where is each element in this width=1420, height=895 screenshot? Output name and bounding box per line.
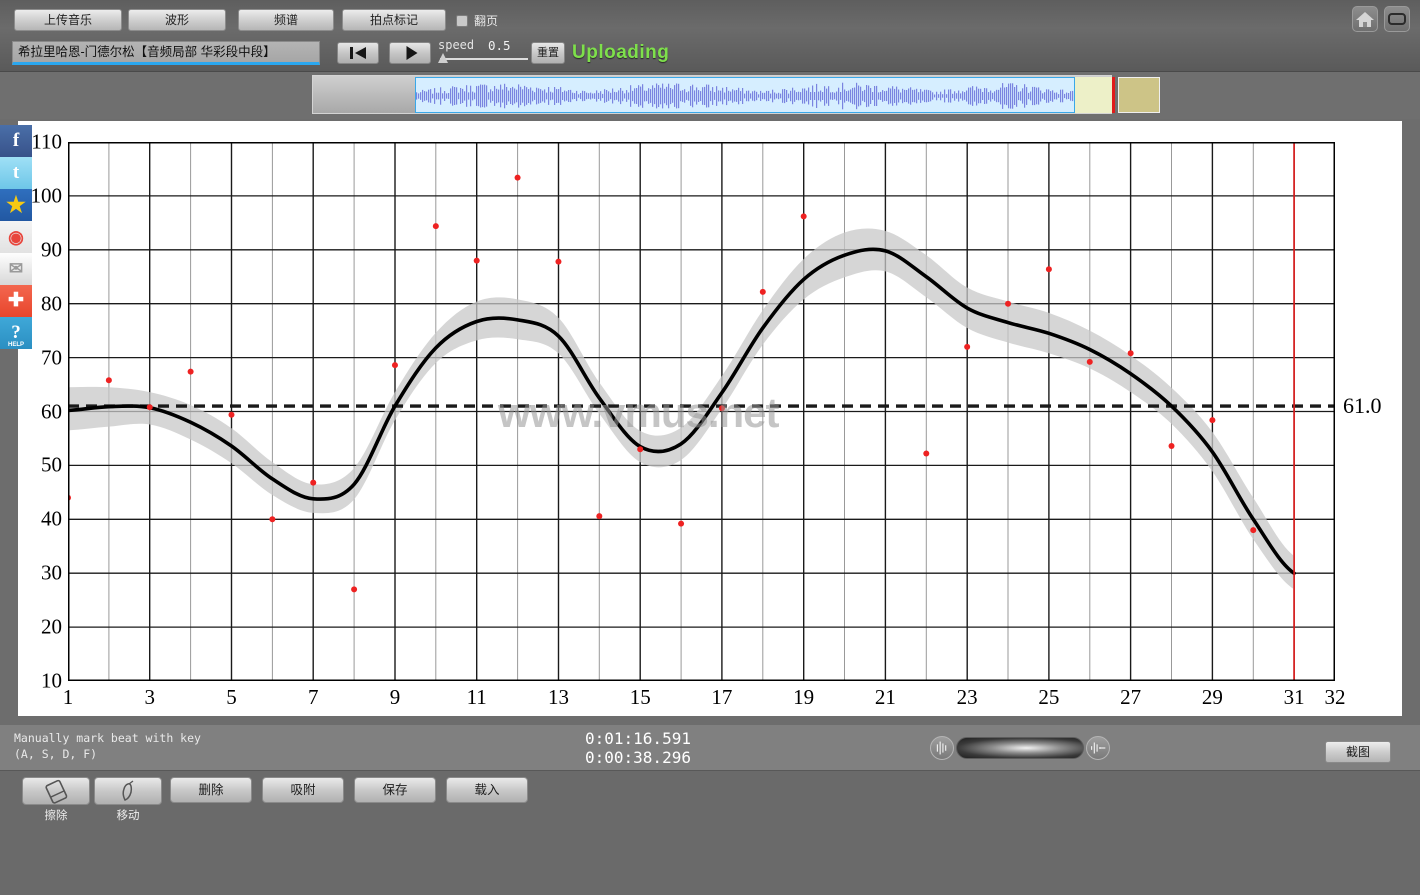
speed-label: speed	[438, 38, 474, 52]
weibo-icon[interactable]: ◉	[0, 221, 32, 253]
x-axis-tick: 9	[390, 685, 401, 710]
rewind-button[interactable]	[337, 42, 379, 64]
time-display: 0:01:16.591 0:00:38.296	[585, 729, 691, 767]
rewind-icon	[350, 47, 366, 59]
waveform-loaded-region[interactable]	[1118, 77, 1160, 113]
x-axis-tick: 7	[308, 685, 319, 710]
x-axis-tick: 29	[1202, 685, 1223, 710]
load-button[interactable]: 载入	[446, 777, 528, 803]
x-axis-tick: 17	[711, 685, 732, 710]
waveform-small-glyph	[931, 737, 953, 759]
x-axis-tick: 15	[630, 685, 651, 710]
fullscreen-icon[interactable]	[1384, 6, 1410, 32]
screenshot-button[interactable]: 截图	[1325, 741, 1391, 763]
manual-beat-hint: Manually mark beat with key (A, S, D, F)	[14, 730, 201, 762]
x-axis-tick: 5	[226, 685, 237, 710]
time-current: 0:00:38.296	[585, 748, 691, 767]
status-strip: Manually mark beat with key (A, S, D, F)…	[0, 725, 1420, 770]
hint-line-2: (A, S, D, F)	[14, 747, 97, 761]
volume-max-icon[interactable]	[1086, 736, 1110, 760]
top-right-icons	[1352, 6, 1410, 32]
upload-status-text: Uploading	[572, 42, 669, 64]
page-turn-checkbox-group: 翻页	[456, 12, 498, 29]
volume-slider[interactable]	[956, 737, 1084, 759]
song-title-field[interactable]: 希拉里哈恩-门德尔松【音频局部 华彩段中段】	[12, 41, 320, 65]
facebook-icon[interactable]: f	[0, 125, 32, 157]
vmus-tempo-editor: 上传音乐 波形 频谱 拍点标记 翻页 希拉里哈恩-门德尔松【音频局部 华彩段中段…	[0, 0, 1420, 895]
speed-control: speed 0.5	[438, 36, 530, 68]
y-axis-tick: 100	[31, 183, 63, 208]
volume-control	[930, 734, 1110, 762]
waveform-graphic	[416, 78, 1075, 113]
waveform-large-glyph	[1087, 737, 1109, 759]
x-axis-tick: 1	[63, 685, 74, 710]
eraser-icon	[23, 778, 91, 806]
y-axis-tick: 110	[31, 130, 62, 155]
fullscreen-glyph	[1385, 7, 1409, 31]
email-icon[interactable]: ✉	[0, 253, 32, 285]
home-glyph	[1353, 7, 1377, 31]
time-total: 0:01:16.591	[585, 729, 691, 748]
speed-slider-thumb[interactable]	[438, 53, 448, 63]
x-axis-tick: 21	[875, 685, 896, 710]
hint-line-1: Manually mark beat with key	[14, 731, 201, 745]
mean-tempo-label: 61.0	[1343, 393, 1382, 419]
x-axis-tick: 11	[467, 685, 487, 710]
y-axis-tick: 20	[41, 615, 62, 640]
y-axis-tick: 60	[41, 399, 62, 424]
qzone-icon[interactable]: ★	[0, 189, 32, 221]
snap-button[interactable]: 吸附	[262, 777, 344, 803]
erase-tool-button[interactable]	[22, 777, 90, 805]
page-turn-label: 翻页	[474, 12, 498, 29]
chart-canvas[interactable]: 102030405060708090100110 135791113151719…	[18, 121, 1402, 716]
top-toolbar: 上传音乐 波形 频谱 拍点标记 翻页 希拉里哈恩-门德尔松【音频局部 华彩段中段…	[0, 0, 1420, 72]
speed-slider-track[interactable]	[440, 58, 528, 60]
y-axis-tick: 70	[41, 345, 62, 370]
y-axis-tick: 90	[41, 237, 62, 262]
waveform-selection-region[interactable]	[1075, 77, 1115, 113]
reset-button[interactable]: 重置	[531, 42, 565, 64]
x-axis-tick: 27	[1120, 685, 1141, 710]
volume-min-icon[interactable]	[930, 736, 954, 760]
move-tool-label: 移动	[94, 807, 162, 823]
waveform-overview[interactable]	[312, 75, 1112, 114]
y-axis-tick: 50	[41, 453, 62, 478]
move-tool-button[interactable]	[94, 777, 162, 805]
social-share-rail: f t ★ ◉ ✉ ✚ ?HELP	[0, 125, 32, 349]
y-axis-tick: 10	[41, 669, 62, 694]
help-icon[interactable]: ?HELP	[0, 317, 32, 349]
x-axis-tick: 32	[1325, 685, 1346, 710]
spectrum-button[interactable]: 频谱	[238, 9, 334, 31]
beat-mark-button[interactable]: 拍点标记	[342, 9, 446, 31]
x-axis-tick: 3	[144, 685, 155, 710]
waveform-button[interactable]: 波形	[128, 9, 226, 31]
waveform-strip	[0, 72, 1420, 119]
y-axis-tick: 30	[41, 561, 62, 586]
waveform-canvas[interactable]	[415, 77, 1075, 113]
home-icon[interactable]	[1352, 6, 1378, 32]
x-axis-tick: 19	[793, 685, 814, 710]
hand-icon	[95, 778, 163, 806]
tempo-plot-svg	[68, 142, 1335, 681]
bottom-control-panel: 擦除 移动 删除 吸附 保存 载入 每小节拍数弱起拍数小节平移 速度-力度 开始…	[0, 770, 1420, 895]
x-axis-tick: 13	[548, 685, 569, 710]
x-axis-tick: 25	[1038, 685, 1059, 710]
speed-value: 0.5	[488, 38, 511, 53]
plot-area[interactable]: 102030405060708090100110 135791113151719…	[68, 142, 1335, 681]
y-axis-tick: 80	[41, 291, 62, 316]
twitter-icon[interactable]: t	[0, 157, 32, 189]
delete-button[interactable]: 删除	[170, 777, 252, 803]
x-axis-tick: 23	[957, 685, 978, 710]
upload-music-button[interactable]: 上传音乐	[14, 9, 122, 31]
play-button[interactable]	[389, 42, 431, 64]
page-turn-checkbox[interactable]	[456, 15, 468, 27]
x-axis-tick: 31	[1284, 685, 1305, 710]
help-caption: HELP	[0, 342, 32, 349]
save-button[interactable]: 保存	[354, 777, 436, 803]
plus-icon[interactable]: ✚	[0, 285, 32, 317]
erase-tool-label: 擦除	[22, 807, 90, 823]
play-icon	[407, 46, 418, 60]
chart-panel: 102030405060708090100110 135791113151719…	[0, 119, 1420, 725]
y-axis-tick: 40	[41, 507, 62, 532]
